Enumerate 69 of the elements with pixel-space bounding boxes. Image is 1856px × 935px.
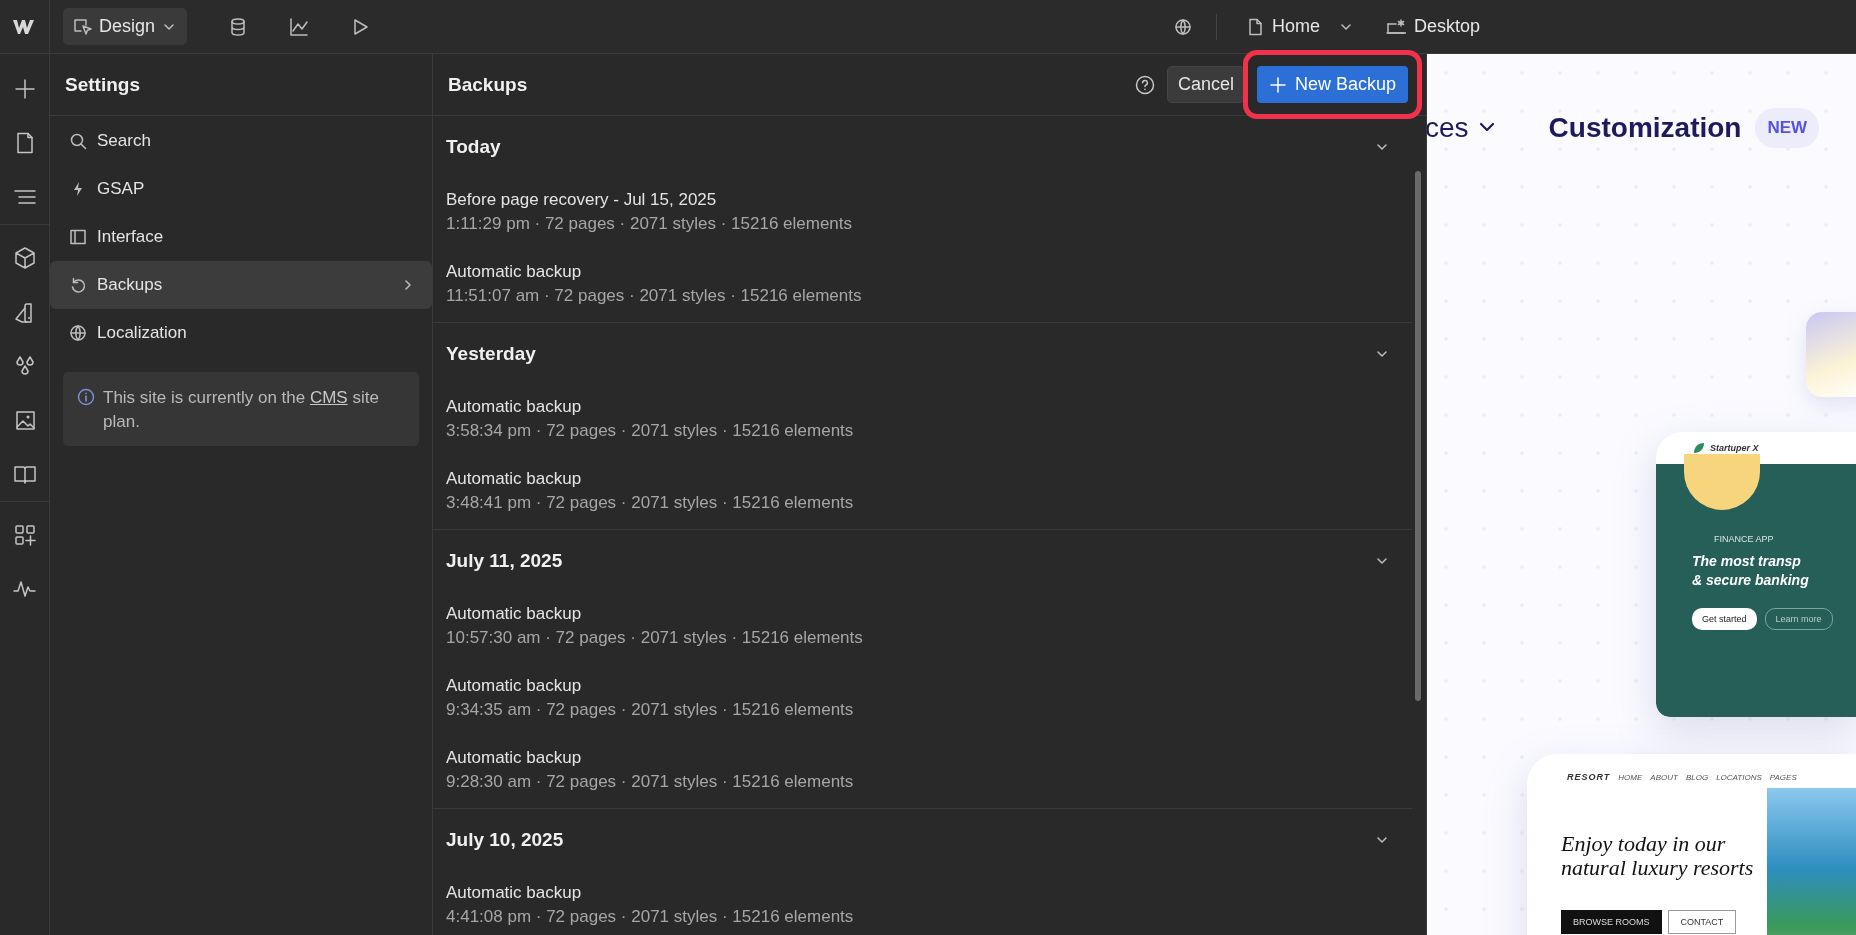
nav-link[interactable]: HOME	[1618, 772, 1643, 782]
backup-details: 4:41:08 pm · 72 pages · 2071 styles · 15216 elements	[446, 906, 855, 928]
nav-link[interactable]: Customization	[1548, 112, 1742, 144]
backup-details: 10:57:30 am · 72 pages · 2071 styles · 15216 elements	[446, 627, 864, 649]
cube-icon[interactable]	[12, 246, 37, 270]
design-mode-dropdown[interactable]: Design	[63, 8, 188, 45]
nav-link[interactable]: LOCATIONS	[1716, 772, 1762, 782]
settings-menu-item[interactable]: GSAP	[50, 165, 432, 213]
settings-menu-item[interactable]: Backups	[50, 261, 432, 309]
panel-icon	[69, 228, 87, 246]
browse-rooms-button[interactable]: BROWSE ROOMS	[1561, 910, 1662, 934]
cursor-box-icon	[73, 16, 93, 37]
headline: Enjoy today in our	[1561, 832, 1727, 856]
backup-name[interactable]: Automatic backup	[446, 260, 1399, 284]
settings-menu-item[interactable]: Search	[50, 117, 432, 165]
backup-details: 9:34:35 am · 72 pages · 2071 styles · 15216 elements	[446, 699, 855, 721]
settings-menu-item[interactable]: Localization	[50, 309, 432, 357]
backup-details: 11:51:07 am · 72 pages · 2071 styles · 15216 elements	[446, 285, 863, 307]
group-header[interactable]: July 11, 2025	[433, 530, 1412, 592]
headline: natural luxury resorts	[1561, 856, 1755, 880]
backup-name[interactable]: Automatic backup	[446, 881, 1399, 905]
get-started-button[interactable]: Get started	[1692, 608, 1757, 630]
line-chart-icon[interactable]	[289, 16, 310, 37]
backup-name[interactable]: Automatic backup	[446, 395, 1399, 419]
brand-name: Startuper X	[1710, 443, 1759, 453]
brand-name: RESORT	[1567, 772, 1611, 782]
backup-details: 9:28:30 am · 72 pages · 2071 styles · 15216 elements	[446, 771, 855, 793]
nav-link[interactable]: ABOUT	[1650, 772, 1678, 782]
backup-details: 1:11:29 pm · 72 pages · 2071 styles · 15216 elements	[446, 213, 854, 235]
group-header[interactable]: July 10, 2025	[433, 809, 1412, 871]
backup-details: 3:58:34 pm · 72 pages · 2071 styles · 15216 elements	[446, 420, 855, 442]
backup-name[interactable]: Before page recovery - Jul 15, 2025	[446, 188, 1399, 212]
info-icon	[77, 388, 95, 406]
eyebrow-text: FINANCE APP	[1713, 534, 1775, 544]
panel-title: Backups	[448, 73, 529, 96]
backup-name[interactable]: Automatic backup	[446, 602, 1399, 626]
nav-link[interactable]: BLOG	[1685, 772, 1709, 782]
new-badge: NEW	[1755, 108, 1820, 148]
panel-title: Settings	[65, 73, 140, 96]
breakpoint-selector[interactable]: Desktop	[1379, 16, 1486, 37]
page-icon	[1246, 17, 1264, 36]
help-icon[interactable]	[1134, 74, 1155, 95]
desktop-icon	[1385, 17, 1406, 36]
headline: & secure banking	[1692, 571, 1810, 590]
group-header[interactable]: Yesterday	[433, 323, 1412, 385]
leaf-logo-icon	[1692, 441, 1706, 455]
restore-icon	[69, 276, 87, 294]
cancel-button[interactable]: Cancel	[1166, 66, 1245, 103]
backup-name[interactable]: Automatic backup	[446, 467, 1399, 491]
plus-icon	[1268, 75, 1287, 94]
settings-menu-item[interactable]: Interface	[50, 213, 432, 261]
nav-link[interactable]: PAGES	[1769, 772, 1797, 782]
add-icon[interactable]	[12, 77, 37, 101]
contact-button[interactable]: CONTACT	[1667, 910, 1737, 934]
apps-add-icon[interactable]	[12, 523, 37, 547]
new-backup-button[interactable]: New Backup	[1256, 66, 1408, 103]
backup-name[interactable]: Automatic backup	[446, 674, 1399, 698]
backup-details: 3:48:41 pm · 72 pages · 2071 styles · 15216 elements	[446, 492, 855, 514]
learn-more-button[interactable]: Learn more	[1764, 608, 1833, 630]
globe-icon	[69, 324, 87, 342]
page-selector[interactable]: Home	[1240, 16, 1360, 37]
nav-dropdown[interactable]: ces	[1427, 112, 1497, 144]
group-header[interactable]: Today	[433, 116, 1412, 178]
plan-link[interactable]: CMS	[309, 388, 348, 407]
globe-icon[interactable]	[1173, 17, 1192, 36]
backup-name[interactable]: Automatic backup	[446, 746, 1399, 770]
search-icon	[69, 132, 87, 150]
notice-text: This site is currently on the CMS site plan.	[103, 387, 380, 433]
headline: The most transp	[1692, 552, 1802, 571]
